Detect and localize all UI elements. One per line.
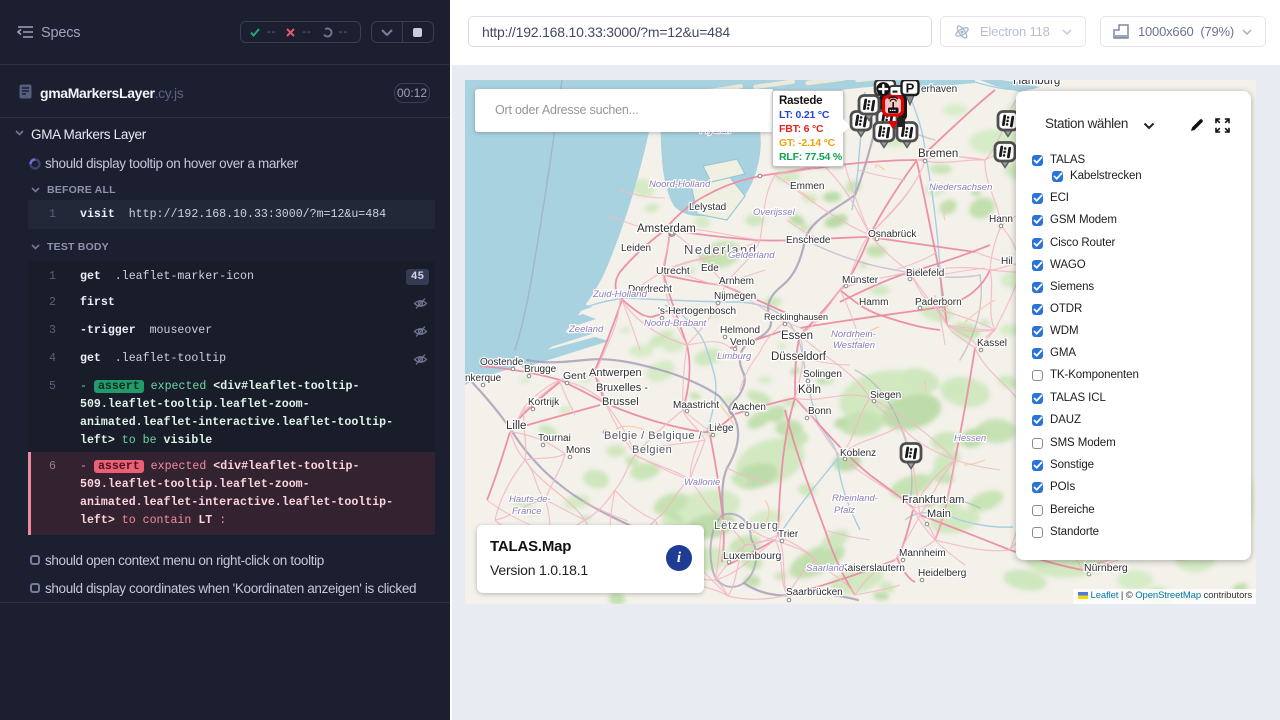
svg-text:Hessen: Hessen [954,433,986,444]
svg-text:Essen: Essen [781,330,813,342]
svg-text:Recklinghausen: Recklinghausen [764,312,828,322]
svg-text:Saarbrücken: Saarbrücken [786,587,843,598]
svg-text:Venlo: Venlo [730,337,755,348]
svg-text:Frankfurt am: Frankfurt am [902,494,964,506]
svg-text:Westfalen: Westfalen [833,340,875,351]
svg-text:Kortrijk: Kortrijk [528,397,560,408]
svg-text:Brussel: Brussel [602,396,639,408]
svg-text:Nordrhein-: Nordrhein- [831,329,876,340]
svg-text:Bruxelles -: Bruxelles - [596,382,648,394]
svg-text:Hamm: Hamm [859,297,888,308]
svg-text:Nürnberg: Nürnberg [1084,562,1128,574]
svg-text:Limburg: Limburg [717,351,752,362]
svg-text:Mannheim: Mannheim [899,548,946,559]
svg-text:Maastricht: Maastricht [673,400,719,411]
svg-text:Oostende: Oostende [480,357,524,368]
svg-text:Saarland: Saarland [806,563,845,574]
svg-text:Mons: Mons [566,445,590,456]
svg-text:Antwerpen: Antwerpen [589,367,642,379]
svg-text:Lille: Lille [506,420,526,432]
svg-text:Liège: Liège [709,423,734,434]
svg-text:Helmond: Helmond [720,325,760,336]
svg-text:Noord-Holland: Noord-Holland [649,179,711,190]
svg-text:Luxembourg: Luxembourg [723,550,782,562]
svg-text:Kaiserslautern: Kaiserslautern [841,563,905,574]
svg-text:Noord-Brabant: Noord-Brabant [644,318,707,329]
svg-text:Tournai: Tournai [538,433,571,444]
svg-text:Ede: Ede [701,263,719,274]
svg-text:Trier: Trier [778,529,799,540]
svg-text:Heidelberg: Heidelberg [918,568,966,579]
svg-text:Bielefeld: Bielefeld [906,268,944,279]
svg-text:Wallonie: Wallonie [684,477,720,488]
svg-text:Münster: Münster [842,275,879,286]
svg-text:Arnhem: Arnhem [719,276,754,287]
svg-text:Lelystad: Lelystad [689,202,726,213]
svg-text:Köln: Köln [798,384,821,396]
svg-text:Koblenz: Koblenz [840,448,876,459]
svg-text:Zuid-Holland: Zuid-Holland [592,289,648,300]
svg-text:Osnabrück: Osnabrück [868,229,917,240]
svg-text:Solingen: Solingen [803,369,842,380]
svg-text:Belgien: Belgien [632,444,672,456]
svg-text:Aachen: Aachen [732,402,766,413]
svg-text:Lëtzebuerg: Lëtzebuerg [714,520,779,532]
svg-text:Enschede: Enschede [786,235,831,246]
svg-text:Hann: Hann [989,214,1013,225]
svg-text:Rheinland-: Rheinland- [832,493,878,504]
svg-text:Overijssel: Overijssel [753,207,796,218]
svg-text:Siegen: Siegen [870,390,901,401]
svg-text:Gent: Gent [563,370,586,382]
svg-text:Kassel: Kassel [977,338,1007,349]
svg-text:Amsterdam: Amsterdam [637,223,696,235]
svg-text:Nijmegen: Nijmegen [714,291,756,302]
svg-text:Hauts-de-: Hauts-de- [509,494,551,505]
svg-text:nkerque: nkerque [465,373,502,384]
svg-text:erhaven: erhaven [921,84,957,95]
svg-text:Belgie / Belgique /: Belgie / Belgique / [604,430,703,442]
svg-text:France: France [512,506,542,517]
svg-text:Pfalz: Pfalz [834,505,855,516]
svg-text:Gelderland: Gelderland [728,250,775,261]
svg-text:Niedersachsen: Niedersachsen [929,182,992,193]
svg-text:Bonn: Bonn [808,406,831,417]
svg-text:Hil: Hil [1001,256,1013,267]
svg-text:Main: Main [927,508,951,520]
svg-text:Hamburg: Hamburg [1013,80,1060,87]
svg-text:Zeeland: Zeeland [568,324,604,335]
svg-text:Bremen: Bremen [918,148,958,160]
svg-text:'s-Hertogenbosch: 's-Hertogenbosch [658,306,736,317]
svg-text:Paderborn: Paderborn [915,297,962,308]
svg-text:Düsseldorf: Düsseldorf [771,351,827,363]
svg-text:Emmen: Emmen [790,181,824,192]
svg-text:Brugge: Brugge [524,364,557,375]
svg-text:Leiden: Leiden [621,243,651,254]
svg-text:Utrecht: Utrecht [656,265,690,277]
svg-text:P: P [906,81,915,96]
